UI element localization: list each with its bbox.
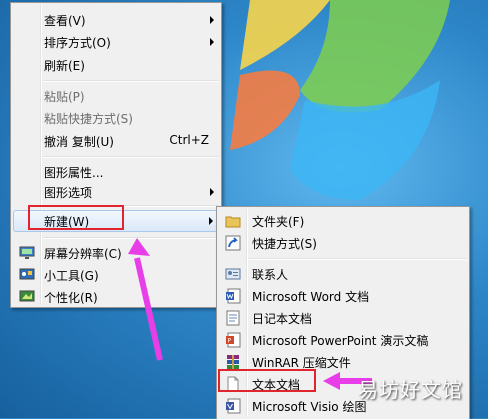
watermark-text: 易坊好文馆 <box>358 378 463 402</box>
watermark: 易坊好文馆 <box>340 370 488 410</box>
annotation-arrow-to-text-document <box>323 372 372 390</box>
